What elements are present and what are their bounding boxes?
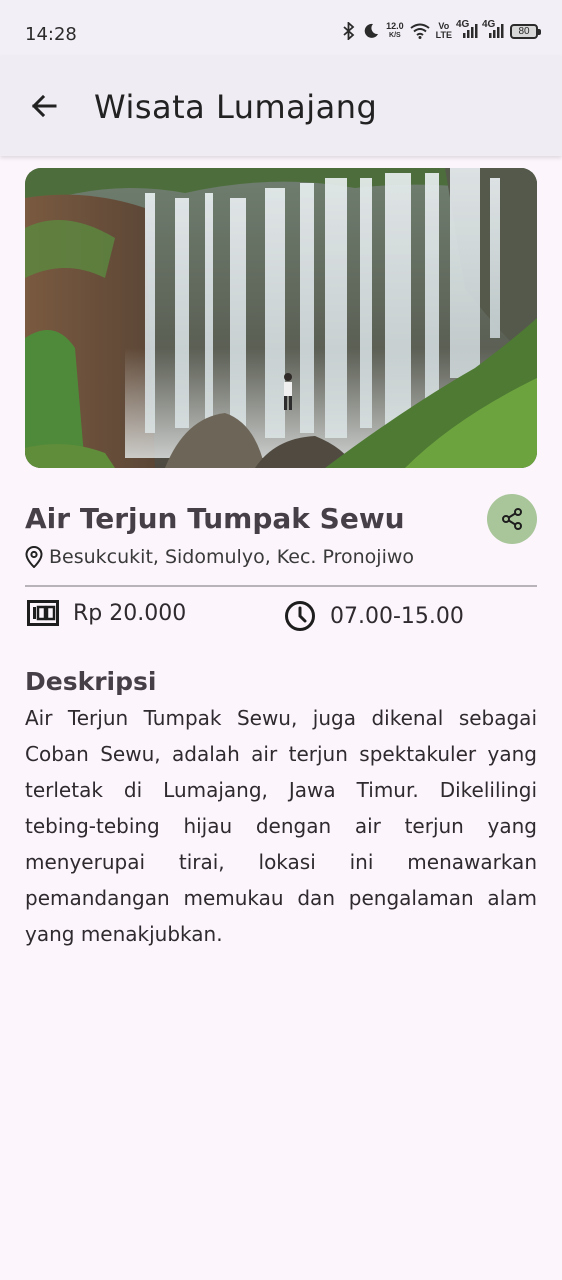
price-row: Rp 20.000	[27, 600, 186, 626]
signal-icon: 4G	[482, 19, 504, 39]
clock-icon	[284, 600, 316, 632]
hours-row: 07.00-15.00	[284, 600, 464, 632]
signal-label: 4G	[482, 19, 496, 30]
share-button[interactable]	[487, 494, 537, 544]
share-icon	[500, 507, 524, 531]
hero-image	[25, 168, 537, 468]
network-speed: 12.0 K/S	[386, 22, 404, 40]
price-text: Rp 20.000	[73, 600, 187, 626]
location-pin-icon	[25, 546, 43, 568]
waterfall-image	[25, 168, 537, 468]
page-title: Wisata Lumajang	[94, 88, 378, 126]
arrow-left-icon	[30, 92, 58, 120]
battery-icon: 80	[510, 23, 541, 39]
place-title: Air Terjun Tumpak Sewu	[25, 502, 405, 535]
location-text: Besukcukit, Sidomulyo, Kec. Pronojiwo	[49, 546, 415, 568]
volte-indicator: Vo LTE	[436, 22, 452, 40]
bluetooth-icon	[342, 22, 356, 40]
status-bar: 14:28 12.0 K/S Vo LTE 4G 4G 80	[0, 0, 562, 56]
hours-text: 07.00-15.00	[330, 603, 464, 629]
divider	[25, 585, 537, 587]
moon-icon	[362, 22, 380, 40]
battery-level: 80	[518, 25, 530, 37]
description-heading: Deskripsi	[25, 667, 157, 696]
status-icons: 12.0 K/S Vo LTE 4G 4G 80	[342, 19, 541, 40]
network-speed-unit: K/S	[389, 32, 401, 39]
network-speed-value: 12.0	[386, 21, 404, 31]
description-text: Air Terjun Tumpak Sewu, juga dikenal seb…	[25, 706, 537, 946]
top-app-bar: Wisata Lumajang	[0, 56, 562, 156]
ticket-price-icon	[27, 600, 59, 626]
back-button[interactable]	[22, 84, 66, 128]
location-row: Besukcukit, Sidomulyo, Kec. Pronojiwo	[25, 546, 414, 568]
signal-label: 4G	[456, 19, 470, 30]
status-time: 14:28	[25, 24, 77, 45]
volte-bottom: LTE	[435, 30, 452, 40]
signal-icon: 4G	[456, 19, 478, 39]
wifi-icon	[410, 23, 430, 39]
